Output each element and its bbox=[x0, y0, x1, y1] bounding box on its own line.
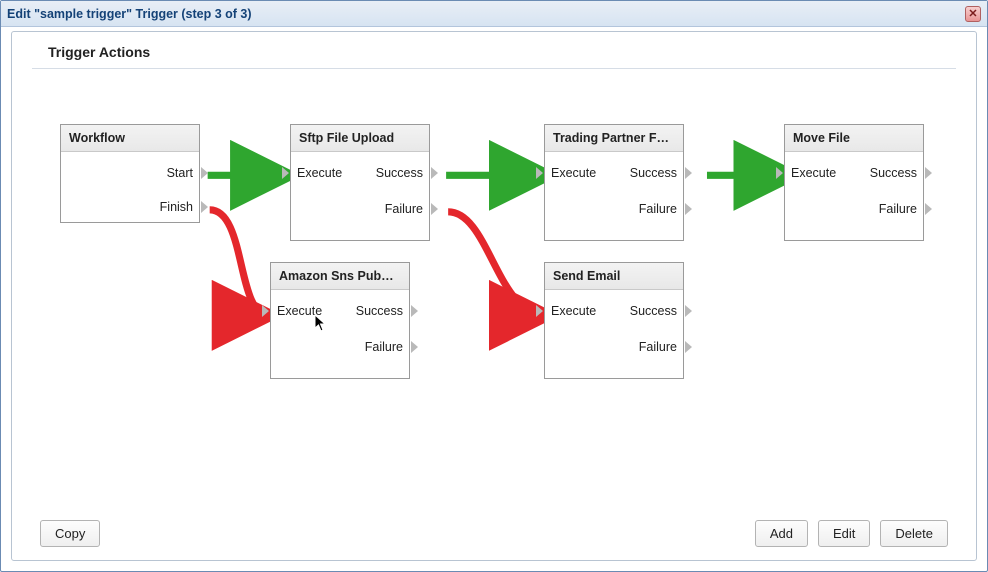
node-workflow[interactable]: Workflow Start Finish bbox=[60, 124, 200, 223]
port-email-execute[interactable]: Execute bbox=[551, 304, 596, 318]
chevron-right-icon bbox=[431, 167, 438, 179]
chevron-right-icon bbox=[411, 305, 418, 317]
chevron-right-icon bbox=[685, 341, 692, 353]
dialog-title: Edit "sample trigger" Trigger (step 3 of… bbox=[7, 7, 252, 21]
chevron-right-icon bbox=[925, 203, 932, 215]
port-sftp-failure[interactable]: Failure bbox=[385, 202, 423, 216]
chevron-right-icon bbox=[431, 203, 438, 215]
chevron-right-icon bbox=[536, 167, 543, 179]
section-title: Trigger Actions bbox=[12, 32, 976, 68]
node-trading-title: Trading Partner F… bbox=[545, 125, 683, 152]
node-sns[interactable]: Amazon Sns Pub… Execute Success Failure bbox=[270, 262, 410, 379]
copy-button[interactable]: Copy bbox=[40, 520, 100, 547]
port-sns-success[interactable]: Success bbox=[356, 304, 403, 318]
port-email-success[interactable]: Success bbox=[630, 304, 677, 318]
close-button[interactable]: ✕ bbox=[965, 6, 981, 22]
chevron-right-icon bbox=[262, 305, 269, 317]
edit-button[interactable]: Edit bbox=[818, 520, 870, 547]
node-sftp-title: Sftp File Upload bbox=[291, 125, 429, 152]
port-sns-failure[interactable]: Failure bbox=[365, 340, 403, 354]
port-sftp-execute[interactable]: Execute bbox=[297, 166, 342, 180]
port-workflow-start[interactable]: Start bbox=[167, 166, 193, 180]
node-move[interactable]: Move File Execute Success Failure bbox=[784, 124, 924, 241]
chevron-right-icon bbox=[776, 167, 783, 179]
chevron-right-icon bbox=[685, 167, 692, 179]
port-trading-failure[interactable]: Failure bbox=[639, 202, 677, 216]
port-workflow-finish[interactable]: Finish bbox=[160, 200, 193, 214]
chevron-right-icon bbox=[201, 167, 208, 179]
port-sftp-success[interactable]: Success bbox=[376, 166, 423, 180]
delete-button[interactable]: Delete bbox=[880, 520, 948, 547]
node-trading[interactable]: Trading Partner F… Execute Success Failu… bbox=[544, 124, 684, 241]
node-workflow-title: Workflow bbox=[61, 125, 199, 152]
chevron-right-icon bbox=[282, 167, 289, 179]
close-icon: ✕ bbox=[968, 7, 977, 20]
section-divider bbox=[32, 68, 956, 69]
node-email[interactable]: Send Email Execute Success Failure bbox=[544, 262, 684, 379]
node-move-title: Move File bbox=[785, 125, 923, 152]
port-trading-execute[interactable]: Execute bbox=[551, 166, 596, 180]
workflow-canvas[interactable]: Workflow Start Finish Sftp File Upload E… bbox=[12, 80, 976, 506]
chevron-right-icon bbox=[201, 201, 208, 213]
chevron-right-icon bbox=[925, 167, 932, 179]
panel-footer: Copy Add Edit Delete bbox=[12, 506, 976, 560]
chevron-right-icon bbox=[685, 203, 692, 215]
chevron-right-icon bbox=[411, 341, 418, 353]
node-sns-title: Amazon Sns Pub… bbox=[271, 263, 409, 290]
chevron-right-icon bbox=[536, 305, 543, 317]
trigger-actions-panel: Trigger Actions bbox=[11, 31, 977, 561]
dialog-window: Edit "sample trigger" Trigger (step 3 of… bbox=[0, 0, 988, 572]
node-email-title: Send Email bbox=[545, 263, 683, 290]
port-trading-success[interactable]: Success bbox=[630, 166, 677, 180]
port-sns-execute[interactable]: Execute bbox=[277, 304, 322, 318]
dialog-title-bar[interactable]: Edit "sample trigger" Trigger (step 3 of… bbox=[1, 1, 987, 27]
add-button[interactable]: Add bbox=[755, 520, 808, 547]
port-move-success[interactable]: Success bbox=[870, 166, 917, 180]
port-email-failure[interactable]: Failure bbox=[639, 340, 677, 354]
node-sftp[interactable]: Sftp File Upload Execute Success Failure bbox=[290, 124, 430, 241]
port-move-failure[interactable]: Failure bbox=[879, 202, 917, 216]
port-move-execute[interactable]: Execute bbox=[791, 166, 836, 180]
chevron-right-icon bbox=[685, 305, 692, 317]
